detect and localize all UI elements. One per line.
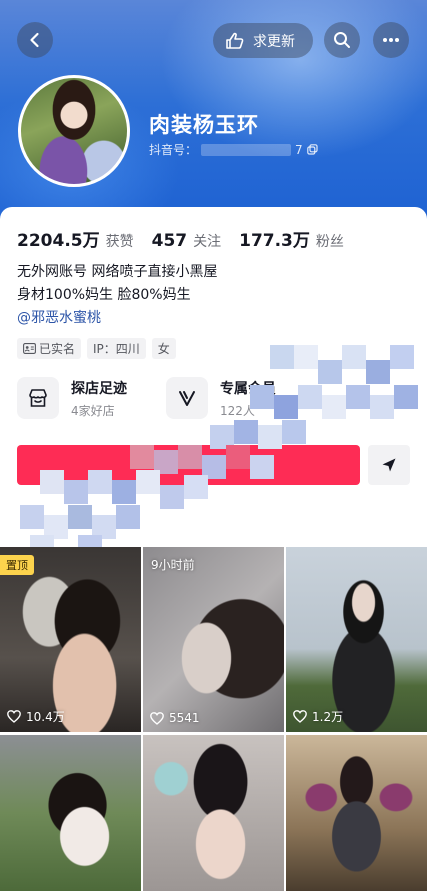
tag-label: 女 — [157, 342, 170, 356]
bio-mention-link[interactable]: @邪恶水蜜桃 — [17, 307, 101, 327]
heart-icon — [7, 710, 21, 723]
request-update-label: 求更新 — [253, 33, 295, 50]
service-subtitle: 122人 — [220, 403, 255, 418]
service-store-visits[interactable]: 探店足迹 4家好店 — [17, 377, 127, 419]
chevron-left-icon — [30, 32, 39, 48]
video-tile[interactable] — [143, 735, 284, 891]
video-grid: 置顶 10.4万 9小时前 5541 1.2万 — [0, 547, 427, 891]
service-membership[interactable]: 专属会员 122人 — [166, 377, 276, 419]
tag-label: IP：四川 — [93, 342, 140, 356]
video-like-count: 10.4万 — [7, 708, 65, 725]
copy-icon[interactable] — [306, 144, 318, 155]
video-tile[interactable] — [0, 735, 141, 891]
video-like-count: 5541 — [150, 711, 200, 725]
douyin-id-label: 抖音号： — [149, 143, 198, 157]
more-dots-icon — [383, 38, 399, 42]
bio-line: 无外网账号 网络喷子直接小黑屋 — [17, 264, 218, 280]
like-count-text: 5541 — [169, 711, 200, 725]
video-tile[interactable]: 置顶 10.4万 — [0, 547, 141, 732]
stat-following[interactable]: 457 关注 — [152, 231, 222, 251]
stat-followers[interactable]: 177.3万 粉丝 — [239, 226, 344, 251]
follow-button[interactable] — [17, 445, 360, 485]
id-card-icon — [23, 343, 36, 354]
more-button[interactable] — [373, 22, 409, 58]
service-title: 专属会员 — [220, 380, 276, 397]
stat-label: 关注 — [193, 234, 222, 250]
stats-row: 2204.5万 获赞 457 关注 177.3万 粉丝 — [17, 226, 358, 251]
like-count-text: 10.4万 — [26, 710, 65, 724]
video-tile[interactable]: 1.2万 — [286, 547, 427, 732]
service-title: 探店足迹 — [71, 380, 127, 397]
back-button[interactable] — [17, 22, 53, 58]
tag-label: 已实名 — [39, 342, 76, 356]
tag-gender: 女 — [151, 338, 176, 359]
v-badge-icon — [166, 377, 208, 419]
store-icon — [17, 377, 59, 419]
pinned-badge: 置顶 — [0, 555, 34, 575]
search-button[interactable] — [324, 22, 360, 58]
stat-likes[interactable]: 2204.5万 获赞 — [17, 226, 134, 251]
tag-ip: IP：四川 — [87, 338, 146, 359]
tag-verified[interactable]: 已实名 — [17, 338, 82, 359]
request-update-button[interactable]: 求更新 — [213, 23, 313, 58]
profile-nickname: 肉装杨玉环 — [149, 113, 259, 137]
video-like-count: 1.2万 — [293, 708, 343, 725]
stat-value: 457 — [151, 231, 188, 251]
video-tile[interactable] — [286, 735, 427, 891]
douyin-id-tail: 7 — [295, 142, 303, 157]
douyin-id[interactable]: 抖音号： 7 — [149, 141, 318, 158]
stat-value: 2204.5万 — [17, 231, 100, 251]
douyin-id-redacted — [201, 143, 292, 156]
service-subtitle: 4家好店 — [71, 403, 115, 418]
video-timestamp: 9小时前 — [151, 558, 195, 572]
send-icon — [382, 458, 396, 472]
stat-label: 粉丝 — [315, 234, 344, 250]
stat-label: 获赞 — [105, 234, 134, 250]
avatar[interactable] — [18, 75, 130, 187]
heart-icon — [150, 711, 164, 725]
share-button[interactable] — [368, 445, 410, 485]
search-icon — [334, 32, 350, 48]
bio-line: 身材100%妈生 脸80%妈生 — [17, 287, 191, 303]
heart-icon — [293, 710, 307, 723]
video-tile[interactable]: 9小时前 5541 — [143, 547, 284, 732]
bio-text: 无外网账号 网络喷子直接小黑屋 身材100%妈生 脸80%妈生 — [17, 261, 217, 307]
thumbs-up-hand-icon — [226, 32, 244, 49]
profile-tags: 已实名 IP：四川 女 — [17, 338, 176, 359]
like-count-text: 1.2万 — [312, 710, 344, 724]
stat-value: 177.3万 — [239, 231, 310, 251]
